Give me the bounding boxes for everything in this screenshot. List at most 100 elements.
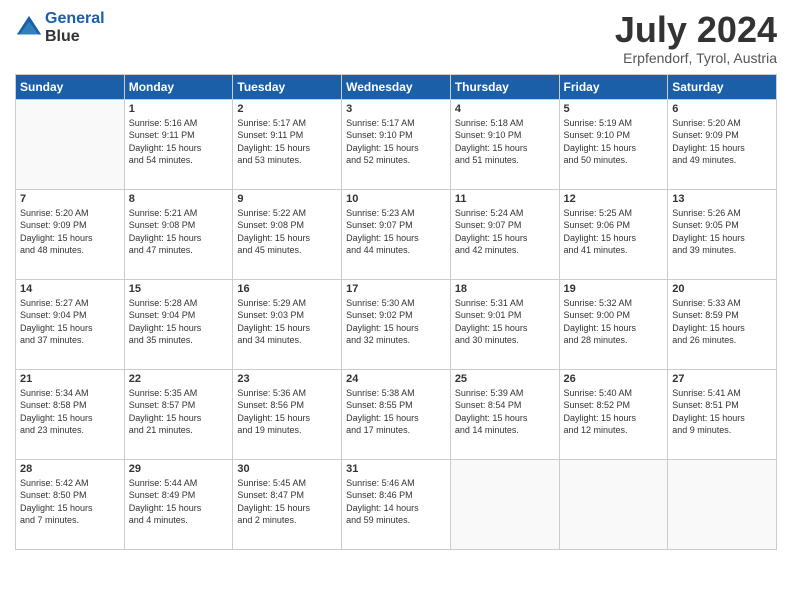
day-info: Sunrise: 5:22 AMSunset: 9:08 PMDaylight:… [237, 207, 337, 257]
day-number: 20 [672, 283, 772, 295]
day-number: 16 [237, 283, 337, 295]
calendar-cell: 26 Sunrise: 5:40 AMSunset: 8:52 PMDayligh… [559, 369, 668, 459]
calendar-cell: 6Sunrise: 5:20 AMSunset: 9:09 PMDaylight… [668, 99, 777, 189]
day-info: Sunrise: 5:19 AMSunset: 9:10 PMDaylight:… [564, 117, 664, 167]
day-number: 18 [455, 283, 555, 295]
day-info: Sunrise: 5:17 AMSunset: 9:10 PMDaylight:… [346, 117, 446, 167]
day-info: Sunrise: 5:44 AMSunset: 8:49 PMDaylight:… [129, 477, 229, 527]
day-info: Sunrise: 5:28 AMSunset: 9:04 PMDaylight:… [129, 297, 229, 347]
day-info: Sunrise: 5:32 AMSunset: 9:00 PMDaylight:… [564, 297, 664, 347]
day-info: Sunrise: 5:26 AMSunset: 9:05 PMDaylight:… [672, 207, 772, 257]
day-number: 8 [129, 193, 229, 205]
calendar-table: Sunday Monday Tuesday Wednesday Thursday… [15, 74, 777, 550]
day-info: Sunrise: 5:40 AMSunset: 8:52 PMDaylight:… [564, 387, 664, 437]
day-number: 7 [20, 193, 120, 205]
day-info: Sunrise: 5:25 AMSunset: 9:06 PMDaylight:… [564, 207, 664, 257]
day-number: 22 [129, 373, 229, 385]
calendar-cell: 20 Sunrise: 5:33 AMSunset: 8:59 PMDayligh… [668, 279, 777, 369]
day-info: Sunrise: 5:35 AMSunset: 8:57 PMDaylight:… [129, 387, 229, 437]
calendar-cell: 7 Sunrise: 5:20 AMSunset: 9:09 PMDaylight… [16, 189, 125, 279]
day-info: Sunrise: 5:33 AMSunset: 8:59 PMDaylight:… [672, 297, 772, 347]
day-number: 21 [20, 373, 120, 385]
calendar-week-5: 28Sunrise: 5:42 AMSunset: 8:50 PMDayligh… [16, 459, 777, 549]
day-info: Sunrise: 5:24 AMSunset: 9:07 PMDaylight:… [455, 207, 555, 257]
calendar-cell: 27Sunrise: 5:41 AMSunset: 8:51 PMDayligh… [668, 369, 777, 459]
calendar-cell: 4Sunrise: 5:18 AMSunset: 9:10 PMDaylight… [450, 99, 559, 189]
calendar-cell: 28Sunrise: 5:42 AMSunset: 8:50 PMDayligh… [16, 459, 125, 549]
day-number: 17 [346, 283, 446, 295]
calendar-cell [16, 99, 125, 189]
col-tuesday: Tuesday [233, 74, 342, 99]
day-info: Sunrise: 5:18 AMSunset: 9:10 PMDaylight:… [455, 117, 555, 167]
day-number: 29 [129, 463, 229, 475]
day-number: 3 [346, 103, 446, 115]
calendar-cell: 22 Sunrise: 5:35 AMSunset: 8:57 PMDayligh… [124, 369, 233, 459]
calendar-cell: 30 Sunrise: 5:45 AMSunset: 8:47 PMDayligh… [233, 459, 342, 549]
day-info: Sunrise: 5:45 AMSunset: 8:47 PMDaylight:… [237, 477, 337, 527]
day-number: 1 [129, 103, 229, 115]
calendar-cell: 16 Sunrise: 5:29 AMSunset: 9:03 PMDayligh… [233, 279, 342, 369]
day-number: 30 [237, 463, 337, 475]
calendar-cell: 17 Sunrise: 5:30 AMSunset: 9:02 PMDayligh… [342, 279, 451, 369]
day-info: Sunrise: 5:16 AMSunset: 9:11 PMDaylight:… [129, 117, 229, 167]
header-row: Sunday Monday Tuesday Wednesday Thursday… [16, 74, 777, 99]
day-info: Sunrise: 5:21 AMSunset: 9:08 PMDaylight:… [129, 207, 229, 257]
day-number: 9 [237, 193, 337, 205]
day-info: Sunrise: 5:34 AMSunset: 8:58 PMDaylight:… [20, 387, 120, 437]
page-container: General Blue July 2024 Erpfendorf, Tyrol… [0, 0, 792, 555]
col-sunday: Sunday [16, 74, 125, 99]
day-number: 27 [672, 373, 772, 385]
day-number: 23 [237, 373, 337, 385]
day-info: Sunrise: 5:20 AMSunset: 9:09 PMDaylight:… [20, 207, 120, 257]
day-number: 15 [129, 283, 229, 295]
day-info: Sunrise: 5:30 AMSunset: 9:02 PMDaylight:… [346, 297, 446, 347]
day-info: Sunrise: 5:23 AMSunset: 9:07 PMDaylight:… [346, 207, 446, 257]
calendar-cell: 12 Sunrise: 5:25 AMSunset: 9:06 PMDayligh… [559, 189, 668, 279]
calendar-cell: 2Sunrise: 5:17 AMSunset: 9:11 PMDaylight… [233, 99, 342, 189]
calendar-week-2: 7 Sunrise: 5:20 AMSunset: 9:09 PMDaylight… [16, 189, 777, 279]
day-info: Sunrise: 5:27 AMSunset: 9:04 PMDaylight:… [20, 297, 120, 347]
day-number: 5 [564, 103, 664, 115]
calendar-week-1: 1 Sunrise: 5:16 AMSunset: 9:11 PMDaylight… [16, 99, 777, 189]
calendar-cell: 31 Sunrise: 5:46 AMSunset: 8:46 PMDayligh… [342, 459, 451, 549]
calendar-week-3: 14 Sunrise: 5:27 AMSunset: 9:04 PMDayligh… [16, 279, 777, 369]
day-info: Sunrise: 5:46 AMSunset: 8:46 PMDaylight:… [346, 477, 446, 527]
logo-icon [15, 14, 43, 42]
day-number: 6 [672, 103, 772, 115]
title-area: July 2024 Erpfendorf, Tyrol, Austria [615, 10, 777, 66]
day-info: Sunrise: 5:38 AMSunset: 8:55 PMDaylight:… [346, 387, 446, 437]
calendar-cell: 23 Sunrise: 5:36 AMSunset: 8:56 PMDayligh… [233, 369, 342, 459]
day-info: Sunrise: 5:42 AMSunset: 8:50 PMDaylight:… [20, 477, 120, 527]
calendar-cell: 15 Sunrise: 5:28 AMSunset: 9:04 PMDayligh… [124, 279, 233, 369]
col-monday: Monday [124, 74, 233, 99]
logo-text: General Blue [45, 10, 105, 45]
calendar-cell: 11Sunrise: 5:24 AMSunset: 9:07 PMDayligh… [450, 189, 559, 279]
calendar-cell: 13 Sunrise: 5:26 AMSunset: 9:05 PMDayligh… [668, 189, 777, 279]
calendar-cell [450, 459, 559, 549]
day-info: Sunrise: 5:36 AMSunset: 8:56 PMDaylight:… [237, 387, 337, 437]
day-info: Sunrise: 5:39 AMSunset: 8:54 PMDaylight:… [455, 387, 555, 437]
calendar-cell: 1 Sunrise: 5:16 AMSunset: 9:11 PMDaylight… [124, 99, 233, 189]
calendar-cell: 18 Sunrise: 5:31 AMSunset: 9:01 PMDayligh… [450, 279, 559, 369]
month-title: July 2024 [615, 10, 777, 50]
day-number: 26 [564, 373, 664, 385]
col-friday: Friday [559, 74, 668, 99]
col-thursday: Thursday [450, 74, 559, 99]
calendar-cell: 19Sunrise: 5:32 AMSunset: 9:00 PMDayligh… [559, 279, 668, 369]
day-info: Sunrise: 5:17 AMSunset: 9:11 PMDaylight:… [237, 117, 337, 167]
calendar-cell [559, 459, 668, 549]
day-info: Sunrise: 5:29 AMSunset: 9:03 PMDaylight:… [237, 297, 337, 347]
calendar-cell: 21 Sunrise: 5:34 AMSunset: 8:58 PMDayligh… [16, 369, 125, 459]
day-info: Sunrise: 5:31 AMSunset: 9:01 PMDaylight:… [455, 297, 555, 347]
calendar-cell: 14 Sunrise: 5:27 AMSunset: 9:04 PMDayligh… [16, 279, 125, 369]
day-number: 13 [672, 193, 772, 205]
day-number: 25 [455, 373, 555, 385]
logo: General Blue [15, 10, 105, 45]
calendar-week-4: 21 Sunrise: 5:34 AMSunset: 8:58 PMDayligh… [16, 369, 777, 459]
calendar-cell: 25 Sunrise: 5:39 AMSunset: 8:54 PMDayligh… [450, 369, 559, 459]
day-number: 31 [346, 463, 446, 475]
col-wednesday: Wednesday [342, 74, 451, 99]
day-number: 14 [20, 283, 120, 295]
day-number: 10 [346, 193, 446, 205]
day-number: 12 [564, 193, 664, 205]
